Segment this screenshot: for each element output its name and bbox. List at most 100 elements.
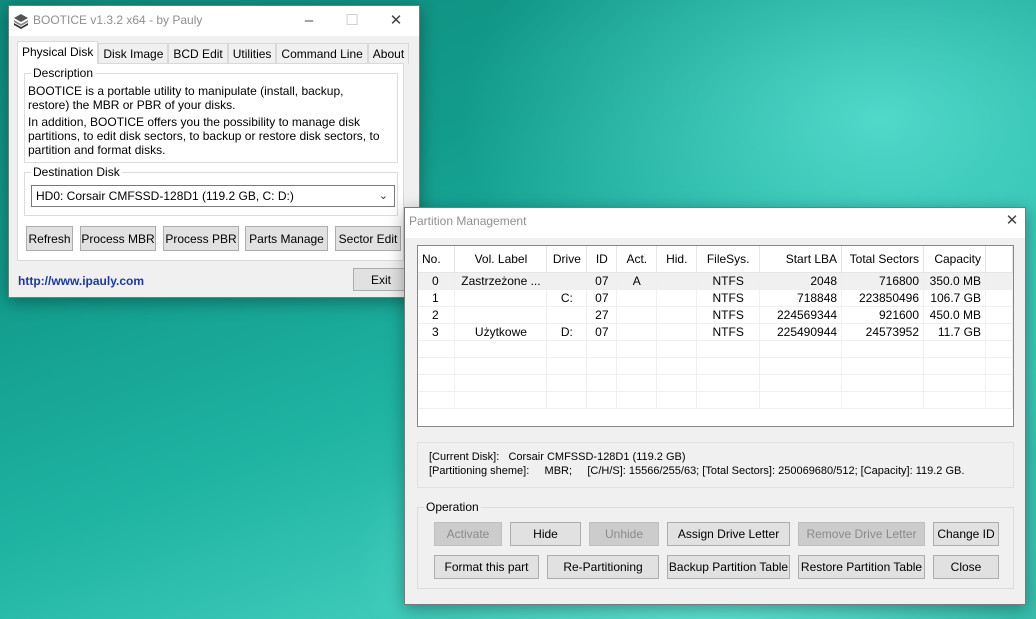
column-header-start-lba[interactable]: Start LBA [759, 246, 843, 273]
table-cell [985, 391, 1013, 409]
minimize-icon[interactable]: – [299, 11, 319, 31]
table-cell [546, 391, 588, 409]
maximize-icon: ☐ [345, 12, 359, 29]
re-partitioning-button[interactable]: Re-Partitioning [547, 555, 659, 579]
table-cell: Użytkowe [454, 323, 548, 341]
column-header-active[interactable]: Act. [616, 246, 658, 273]
column-header-id[interactable]: ID [586, 246, 618, 273]
description-group: Description BOOTICE is a portable utilit… [24, 66, 398, 163]
table-cell [696, 357, 761, 375]
activate-button: Activate [434, 522, 502, 546]
tab-about[interactable]: About [367, 43, 410, 64]
table-cell [985, 374, 1013, 392]
column-header-total-sectors[interactable]: Total Sectors [841, 246, 925, 273]
table-row[interactable]: 1 C: 07 NTFS 718848 223850496 106.7 GB [418, 289, 1013, 307]
table-cell [696, 391, 761, 409]
table-cell: C: [546, 289, 588, 307]
table-cell [985, 357, 1013, 375]
table-cell [656, 272, 698, 290]
main-titlebar[interactable]: BOOTICE v1.3.2 x64 - by Pauly – ☐ ✕ [9, 6, 419, 36]
table-cell: 225490944 [759, 323, 843, 341]
table-cell: 450.0 MB [923, 306, 987, 324]
table-cell [696, 374, 761, 392]
table-cell [656, 306, 698, 324]
main-window-title: BOOTICE v1.3.2 x64 - by Pauly [33, 13, 203, 27]
table-cell [546, 374, 588, 392]
table-cell [454, 289, 548, 307]
table-cell [985, 289, 1013, 307]
table-cell [454, 391, 548, 409]
column-header-hidden[interactable]: Hid. [656, 246, 698, 273]
table-cell: 07 [586, 289, 618, 307]
partition-table[interactable]: No. Vol. Label Drive ID Act. Hid. FileSy… [417, 245, 1014, 427]
table-cell: 718848 [759, 289, 843, 307]
table-cell [656, 340, 698, 358]
table-row[interactable]: 3 Użytkowe D: 07 NTFS 225490944 24573952 11.7 G… [418, 323, 1013, 341]
unhide-button: Unhide [589, 522, 659, 546]
empty-table-row [418, 340, 1013, 358]
ipauly-link[interactable]: http://www.ipauly.com [18, 274, 144, 288]
table-cell: 3 [418, 323, 456, 341]
column-header-drive[interactable]: Drive [546, 246, 588, 273]
table-cell [546, 340, 588, 358]
table-cell [656, 374, 698, 392]
assign-drive-letter-button[interactable]: Assign Drive Letter [667, 522, 790, 546]
restore-partition-table-button[interactable]: Restore Partition Table [798, 555, 925, 579]
table-cell [985, 306, 1013, 324]
table-cell [454, 357, 548, 375]
table-cell [546, 272, 588, 290]
table-cell [616, 374, 658, 392]
parts-manage-button[interactable]: Parts Manage [245, 226, 328, 251]
table-cell [616, 391, 658, 409]
process-pbr-button[interactable]: Process PBR [163, 226, 239, 251]
destination-disk-group: Destination Disk HD0: Corsair CMFSSD-128… [24, 165, 398, 216]
chevron-down-icon: ⌄ [378, 190, 388, 202]
table-cell [985, 272, 1013, 290]
close-icon[interactable]: ✕ [386, 11, 406, 31]
column-header-no[interactable]: No. [418, 246, 456, 273]
table-cell: A [616, 272, 658, 290]
column-header-filesys[interactable]: FileSys. [696, 246, 761, 273]
close-button[interactable]: Close [933, 555, 999, 579]
sector-edit-button[interactable]: Sector Edit [335, 226, 401, 251]
partition-titlebar[interactable]: Partition Management ✕ [405, 208, 1025, 238]
table-cell [616, 357, 658, 375]
tab-bcd-edit[interactable]: BCD Edit [168, 43, 228, 64]
change-id-button[interactable]: Change ID [933, 522, 999, 546]
column-header-vol-label[interactable]: Vol. Label [454, 246, 548, 273]
destination-disk-select[interactable]: HD0: Corsair CMFSSD-128D1 (119.2 GB, C: … [31, 185, 395, 207]
close-icon[interactable]: ✕ [1002, 211, 1022, 231]
main-tabs: Physical Disk Disk Image BCD Edit Utilit… [17, 41, 410, 64]
table-cell: D: [546, 323, 588, 341]
column-header-capacity[interactable]: Capacity [923, 246, 987, 273]
partition-window-title: Partition Management [409, 214, 527, 228]
table-cell: 2048 [759, 272, 843, 290]
table-cell [656, 391, 698, 409]
refresh-button[interactable]: Refresh [26, 226, 73, 251]
table-cell [418, 391, 456, 409]
tab-utilities[interactable]: Utilities [227, 43, 277, 64]
table-cell [454, 306, 548, 324]
tab-physical-disk[interactable]: Physical Disk [17, 41, 99, 64]
hide-button[interactable]: Hide [510, 522, 581, 546]
table-cell [841, 357, 925, 375]
tab-command-line[interactable]: Command Line [276, 43, 368, 64]
tab-disk-image[interactable]: Disk Image [98, 43, 169, 64]
table-row[interactable]: 0 Zastrzeżone ... 07 A NTFS 2048 716800 350.0 M… [418, 272, 1013, 290]
table-cell [656, 289, 698, 307]
table-cell: 921600 [841, 306, 925, 324]
table-cell: 223850496 [841, 289, 925, 307]
table-cell: 716800 [841, 272, 925, 290]
backup-partition-table-button[interactable]: Backup Partition Table [667, 555, 790, 579]
column-header-spacer [985, 246, 1013, 273]
table-cell: 2 [418, 306, 456, 324]
process-mbr-button[interactable]: Process MBR [80, 226, 156, 251]
bootice-main-window: BOOTICE v1.3.2 x64 - by Pauly – ☐ ✕ Phys… [8, 5, 420, 298]
table-cell [923, 340, 987, 358]
operation-legend: Operation [424, 500, 481, 514]
physical-disk-panel: Description BOOTICE is a portable utilit… [17, 63, 404, 261]
table-cell [454, 374, 548, 392]
format-this-part-button[interactable]: Format this part [434, 555, 539, 579]
table-row[interactable]: 2 27 NTFS 224569344 921600 450.0 MB [418, 306, 1013, 324]
exit-button[interactable]: Exit [353, 268, 409, 291]
